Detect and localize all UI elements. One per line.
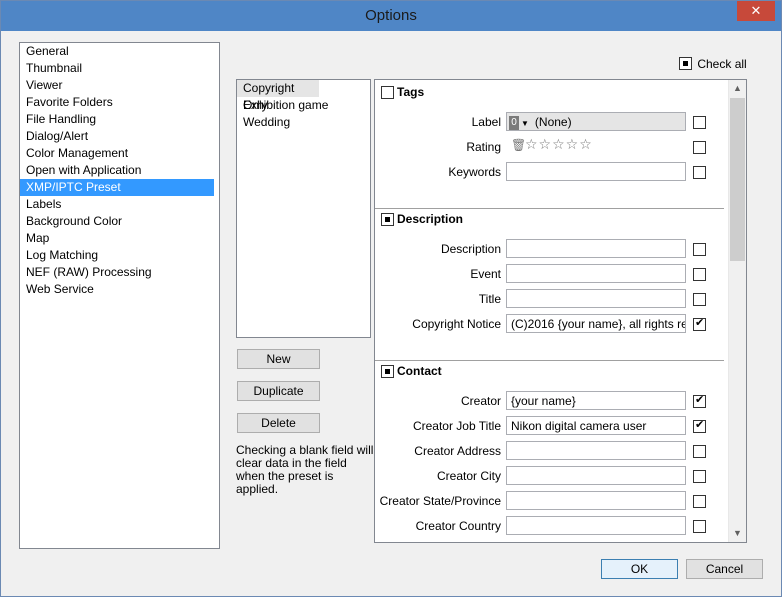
window-title: Options bbox=[365, 7, 417, 24]
keywords-field-label: Keywords bbox=[448, 165, 501, 179]
creator-job-title-checkbox[interactable] bbox=[693, 418, 706, 433]
category-color-management[interactable]: Color Management bbox=[20, 145, 214, 162]
event-input[interactable] bbox=[506, 264, 686, 283]
duplicate-button[interactable]: Duplicate bbox=[237, 381, 320, 401]
chevron-down-icon: ▼ bbox=[521, 119, 529, 128]
label-checkbox[interactable] bbox=[693, 116, 706, 129]
contact-checkbox[interactable] bbox=[381, 365, 394, 379]
close-icon[interactable]: ✕ bbox=[737, 1, 775, 21]
creator-input[interactable]: {your name} bbox=[506, 391, 686, 410]
title-input[interactable] bbox=[506, 289, 686, 308]
event-field-label: Event bbox=[470, 267, 501, 281]
creator-job-title-field-label: Creator Job Title bbox=[412, 419, 501, 433]
preset-copyright-only[interactable]: Copyright Only bbox=[237, 80, 319, 112]
vertical-scrollbar[interactable]: ▲ ▼ bbox=[728, 80, 746, 542]
copyright-notice-checkbox[interactable] bbox=[693, 316, 706, 331]
description-field-label: Description bbox=[440, 242, 501, 256]
title-bar: Options ✕ bbox=[1, 1, 781, 31]
check-all[interactable]: Check all bbox=[679, 56, 747, 72]
blank-field-note: Checking a blank field will clear data i… bbox=[236, 443, 374, 496]
creator-checkbox[interactable] bbox=[693, 393, 706, 408]
category-general[interactable]: General bbox=[20, 43, 214, 60]
check-all-checkbox[interactable] bbox=[679, 57, 692, 71]
rating-stars[interactable]: ☆☆☆☆☆ bbox=[525, 136, 593, 153]
description-input[interactable] bbox=[506, 239, 686, 258]
category-xmp-iptc-preset[interactable]: XMP/IPTC Preset bbox=[20, 179, 214, 196]
description-header-label: Description bbox=[397, 212, 464, 226]
check-all-label: Check all bbox=[697, 56, 747, 71]
creator-job-title-input[interactable]: Nikon digital camera user bbox=[506, 416, 686, 435]
category-web-service[interactable]: Web Service bbox=[20, 281, 214, 298]
contact-section-header[interactable]: Contact bbox=[381, 364, 442, 379]
creator-state-input[interactable] bbox=[506, 491, 686, 510]
keywords-checkbox[interactable] bbox=[693, 166, 706, 179]
creator-city-field-label: Creator City bbox=[436, 469, 501, 483]
tags-header-label: Tags bbox=[397, 85, 425, 99]
cancel-button[interactable]: Cancel bbox=[686, 559, 763, 579]
scrollbar-thumb[interactable] bbox=[730, 98, 745, 261]
description-section-header[interactable]: Description bbox=[381, 212, 464, 227]
creator-country-checkbox[interactable] bbox=[693, 520, 706, 533]
event-checkbox[interactable] bbox=[693, 268, 706, 281]
category-favorite-folders[interactable]: Favorite Folders bbox=[20, 94, 214, 111]
rating-checkbox[interactable] bbox=[693, 141, 706, 154]
creator-state-field-label: Creator State/Province bbox=[379, 494, 501, 508]
preset-list[interactable]: Copyright Only Exhibition game Wedding bbox=[236, 79, 371, 338]
section-divider bbox=[375, 360, 724, 361]
category-thumbnail[interactable]: Thumbnail bbox=[20, 60, 214, 77]
trash-icon[interactable]: 🗑 bbox=[511, 138, 526, 152]
scroll-up-arrow-icon[interactable]: ▲ bbox=[729, 80, 746, 97]
delete-button[interactable]: Delete bbox=[237, 413, 320, 433]
category-nef-raw-processing[interactable]: NEF (RAW) Processing bbox=[20, 264, 214, 281]
title-checkbox[interactable] bbox=[693, 293, 706, 306]
creator-country-field-label: Creator Country bbox=[415, 519, 501, 533]
creator-address-field-label: Creator Address bbox=[414, 444, 501, 458]
creator-address-checkbox[interactable] bbox=[693, 445, 706, 458]
label-field-label: Label bbox=[471, 115, 501, 129]
category-viewer[interactable]: Viewer bbox=[20, 77, 214, 94]
category-file-handling[interactable]: File Handling bbox=[20, 111, 214, 128]
category-map[interactable]: Map bbox=[20, 230, 214, 247]
preset-wedding[interactable]: Wedding bbox=[237, 114, 368, 131]
contact-header-label: Contact bbox=[397, 364, 442, 378]
preset-fields-panel[interactable]: Tags Label 0 ▼ (None) Rating 🗑 ☆☆☆☆☆ Keywo… bbox=[374, 79, 747, 543]
creator-country-input[interactable] bbox=[506, 516, 686, 535]
description-row-checkbox[interactable] bbox=[693, 243, 706, 256]
creator-address-input[interactable] bbox=[506, 441, 686, 460]
description-checkbox[interactable] bbox=[381, 213, 394, 227]
title-field-label: Title bbox=[478, 292, 501, 306]
category-background-color[interactable]: Background Color bbox=[20, 213, 214, 230]
category-log-matching[interactable]: Log Matching bbox=[20, 247, 214, 264]
keywords-input[interactable] bbox=[506, 162, 686, 181]
creator-field-label: Creator bbox=[460, 394, 501, 408]
dialog-body: General Thumbnail Viewer Favorite Folder… bbox=[9, 31, 773, 588]
category-list[interactable]: General Thumbnail Viewer Favorite Folder… bbox=[19, 42, 220, 549]
copyright-notice-field-label: Copyright Notice bbox=[412, 317, 501, 331]
section-divider bbox=[375, 208, 724, 209]
tags-checkbox[interactable] bbox=[381, 86, 394, 100]
category-labels[interactable]: Labels bbox=[20, 196, 214, 213]
preset-exhibition-game[interactable]: Exhibition game bbox=[237, 97, 368, 114]
ok-button[interactable]: OK bbox=[601, 559, 678, 579]
creator-city-checkbox[interactable] bbox=[693, 470, 706, 483]
label-dropdown[interactable]: 0 ▼ (None) bbox=[506, 112, 686, 131]
copyright-notice-input[interactable]: (C)2016 {your name}, all rights rese bbox=[506, 314, 686, 333]
label-color-badge: 0 bbox=[509, 115, 519, 130]
options-dialog: Options ✕ General Thumbnail Viewer Favor… bbox=[0, 0, 782, 597]
scroll-down-arrow-icon[interactable]: ▼ bbox=[729, 525, 746, 542]
label-dropdown-value: (None) bbox=[534, 115, 572, 129]
rating-field-label: Rating bbox=[466, 140, 501, 154]
tags-section-header[interactable]: Tags bbox=[381, 85, 425, 100]
category-dialog-alert[interactable]: Dialog/Alert bbox=[20, 128, 214, 145]
creator-city-input[interactable] bbox=[506, 466, 686, 485]
creator-state-checkbox[interactable] bbox=[693, 495, 706, 508]
category-open-with-application[interactable]: Open with Application bbox=[20, 162, 214, 179]
new-button[interactable]: New bbox=[237, 349, 320, 369]
